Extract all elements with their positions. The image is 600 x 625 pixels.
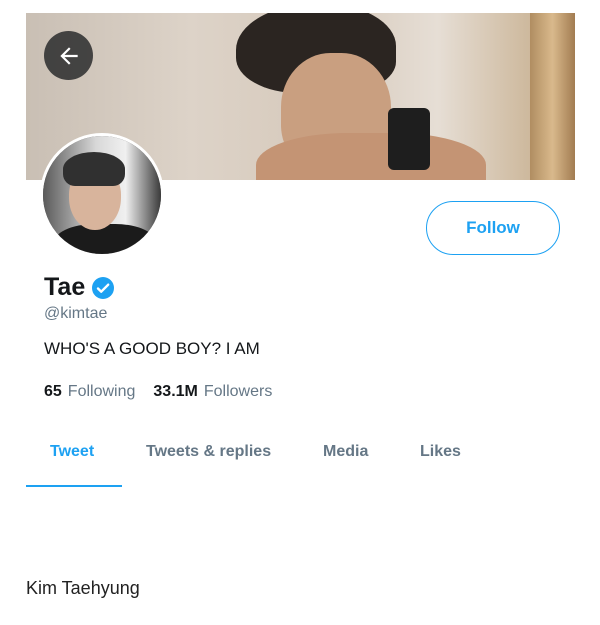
follow-button[interactable]: Follow <box>426 201 560 255</box>
banner-phone <box>388 108 430 170</box>
caption-text: Kim Taehyung <box>26 578 140 598</box>
arrow-left-icon <box>59 46 78 65</box>
verified-badge-icon <box>91 276 115 300</box>
display-name: Tae <box>44 273 86 301</box>
followers-stat[interactable]: 33.1M Followers <box>153 383 272 401</box>
profile-tabs: Tweet Tweets & replies Media Likes <box>26 431 575 489</box>
followers-label: Followers <box>203 383 273 400</box>
following-label: Following <box>67 383 136 400</box>
followers-count: 33.1M <box>153 383 198 400</box>
banner-body <box>256 133 486 180</box>
avatar-beanie <box>63 152 125 186</box>
avatar[interactable] <box>40 133 164 257</box>
user-handle: @kimtae <box>44 305 108 322</box>
tab-media[interactable]: Media <box>323 443 368 461</box>
tab-tweet[interactable]: Tweet <box>50 443 94 461</box>
tab-likes[interactable]: Likes <box>420 443 461 461</box>
active-tab-indicator <box>26 485 122 487</box>
following-count: 65 <box>44 383 62 400</box>
following-stat[interactable]: 65 Following <box>44 383 135 401</box>
banner-door-frame <box>530 13 575 180</box>
follow-stats: 65 Following 33.1M Followers <box>44 383 272 401</box>
user-bio: WHO'S A GOOD BOY? I AM <box>44 339 260 358</box>
name-row: Tae <box>44 273 115 302</box>
profile-card: Follow Tae @kimtae WHO'S A GOOD BOY? I A… <box>26 13 575 493</box>
tab-tweets-and-replies[interactable]: Tweets & replies <box>146 443 271 461</box>
avatar-jacket <box>53 224 157 254</box>
back-button[interactable] <box>44 31 93 80</box>
